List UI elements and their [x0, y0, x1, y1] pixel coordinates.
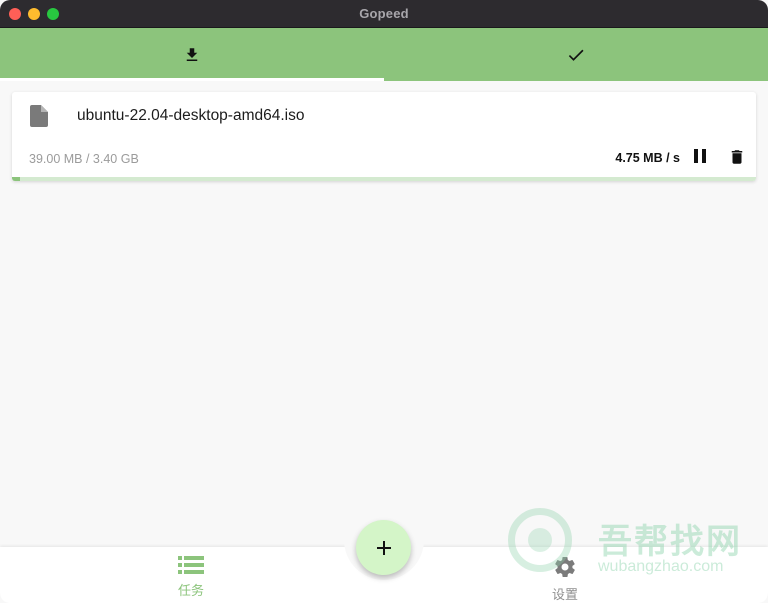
gear-icon	[555, 557, 575, 578]
tab-bar	[0, 28, 768, 81]
list-icon	[178, 556, 204, 574]
title-bar[interactable]: Gopeed	[0, 0, 768, 28]
tab-completed[interactable]	[384, 28, 768, 81]
download-icon	[186, 47, 198, 61]
pause-button[interactable]	[692, 148, 708, 169]
window-controls	[9, 8, 59, 20]
check-icon	[568, 49, 584, 61]
progress-fill	[12, 177, 21, 181]
nav-settings[interactable]: 设置	[552, 555, 578, 603]
window-title: Gopeed	[359, 6, 409, 21]
tab-downloading[interactable]	[0, 28, 384, 81]
plus-icon	[376, 540, 391, 555]
progress-bar	[12, 177, 756, 181]
download-task-card[interactable]: ubuntu-22.04-desktop-amd64.iso 39.00 MB …	[12, 92, 756, 181]
nav-settings-label: 设置	[552, 587, 579, 602]
delete-button[interactable]	[728, 147, 746, 172]
pause-icon	[694, 149, 706, 163]
minimize-window-button[interactable]	[28, 8, 40, 20]
file-size-progress: 39.00 MB / 3.40 GB	[29, 152, 139, 166]
file-icon	[30, 105, 48, 132]
nav-tasks-label: 任务	[178, 583, 205, 598]
maximize-window-button[interactable]	[47, 8, 59, 20]
file-name: ubuntu-22.04-desktop-amd64.iso	[77, 107, 305, 124]
nav-tasks[interactable]: 任务	[178, 555, 204, 599]
trash-icon	[731, 150, 743, 164]
add-task-button[interactable]	[356, 520, 411, 575]
app-window: Gopeed ubuntu-22.04-desktop-amd64.iso 39…	[0, 0, 768, 603]
close-window-button[interactable]	[9, 8, 21, 20]
download-speed: 4.75 MB / s	[615, 151, 680, 165]
